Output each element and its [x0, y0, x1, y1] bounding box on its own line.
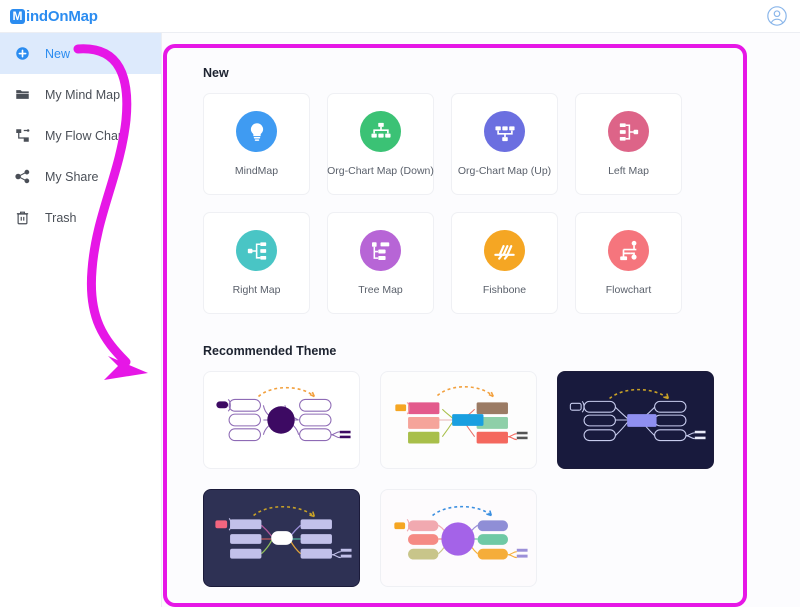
- org-chart-up-icon: [484, 111, 525, 152]
- folder-icon: [14, 86, 31, 103]
- template-card-tree-map[interactable]: Tree Map: [327, 212, 434, 314]
- lightbulb-icon: [236, 111, 277, 152]
- sidebar-item-label: My Mind Map: [45, 87, 121, 102]
- tree-map-icon: [360, 230, 401, 271]
- template-card-label: Fishbone: [482, 284, 527, 296]
- template-card-left-map[interactable]: Left Map: [575, 93, 682, 195]
- flowchart-icon: [608, 230, 649, 271]
- theme-card-purple-classic[interactable]: [203, 371, 360, 469]
- sidebar-item-my-flow-chart[interactable]: My Flow Chart: [0, 115, 161, 156]
- sidebar-item-label: Trash: [45, 210, 77, 225]
- mindonmap-app-window: M indOnMap New My Mind Map My Flow Chart…: [0, 0, 800, 607]
- template-card-label: Org-Chart Map (Down): [327, 165, 434, 177]
- theme-card-light-purple-circle[interactable]: [380, 489, 537, 587]
- theme-section-title: Recommended Theme: [203, 344, 337, 358]
- theme-card-dark-navy[interactable]: [557, 371, 714, 469]
- sidebar-item-label: New: [45, 46, 71, 61]
- theme-preview: [394, 505, 528, 560]
- theme-card-dark-lavender[interactable]: [203, 489, 360, 587]
- theme-card-colorful-rect[interactable]: [380, 371, 537, 469]
- top-bar: M indOnMap: [0, 0, 800, 33]
- sidebar-item-my-mind-map[interactable]: My Mind Map: [0, 74, 161, 115]
- org-chart-down-icon: [360, 111, 401, 152]
- template-card-label: Flowchart: [605, 284, 652, 296]
- recommended-theme-grid: [203, 371, 800, 587]
- template-card-label: Right Map: [232, 284, 281, 296]
- new-template-grid: MindMap Org-Chart Map (Down) Org-Chart M…: [203, 93, 800, 314]
- new-section-title: New: [203, 66, 229, 80]
- theme-preview: [204, 490, 359, 586]
- left-map-icon: [608, 111, 649, 152]
- logo-text: indOnMap: [26, 7, 98, 25]
- fishbone-icon: [484, 230, 525, 271]
- app-logo[interactable]: M indOnMap: [10, 8, 98, 25]
- user-circle-icon[interactable]: [766, 5, 788, 27]
- sidebar-item-new[interactable]: New: [0, 33, 161, 74]
- plus-circle-icon: [14, 45, 31, 62]
- logo-badge-icon: M: [10, 8, 25, 24]
- template-card-label: Tree Map: [358, 284, 403, 296]
- template-card-org-chart-down[interactable]: Org-Chart Map (Down): [327, 93, 434, 195]
- content-panel: New MindMap Org-Chart Map (Down) Org-Cha…: [162, 33, 800, 607]
- template-card-label: MindMap: [234, 165, 279, 177]
- template-card-label: Org-Chart Map (Up): [457, 165, 552, 177]
- sidebar: New My Mind Map My Flow Chart My Share T…: [0, 33, 162, 607]
- theme-preview: [216, 386, 351, 442]
- template-card-mindmap[interactable]: MindMap: [203, 93, 310, 195]
- sidebar-item-my-share[interactable]: My Share: [0, 156, 161, 197]
- theme-preview: [395, 386, 528, 444]
- template-card-right-map[interactable]: Right Map: [203, 212, 310, 314]
- right-map-icon: [236, 230, 277, 271]
- template-card-fishbone[interactable]: Fishbone: [451, 212, 558, 314]
- theme-preview: [558, 372, 713, 468]
- template-card-org-chart-up[interactable]: Org-Chart Map (Up): [451, 93, 558, 195]
- template-card-flowchart[interactable]: Flowchart: [575, 212, 682, 314]
- flow-chart-icon: [14, 127, 31, 144]
- sidebar-item-label: My Flow Chart: [45, 128, 126, 143]
- sidebar-item-trash[interactable]: Trash: [0, 197, 161, 238]
- sidebar-item-label: My Share: [45, 169, 99, 184]
- trash-icon: [14, 209, 31, 226]
- share-icon: [14, 168, 31, 185]
- template-card-label: Left Map: [608, 165, 649, 177]
